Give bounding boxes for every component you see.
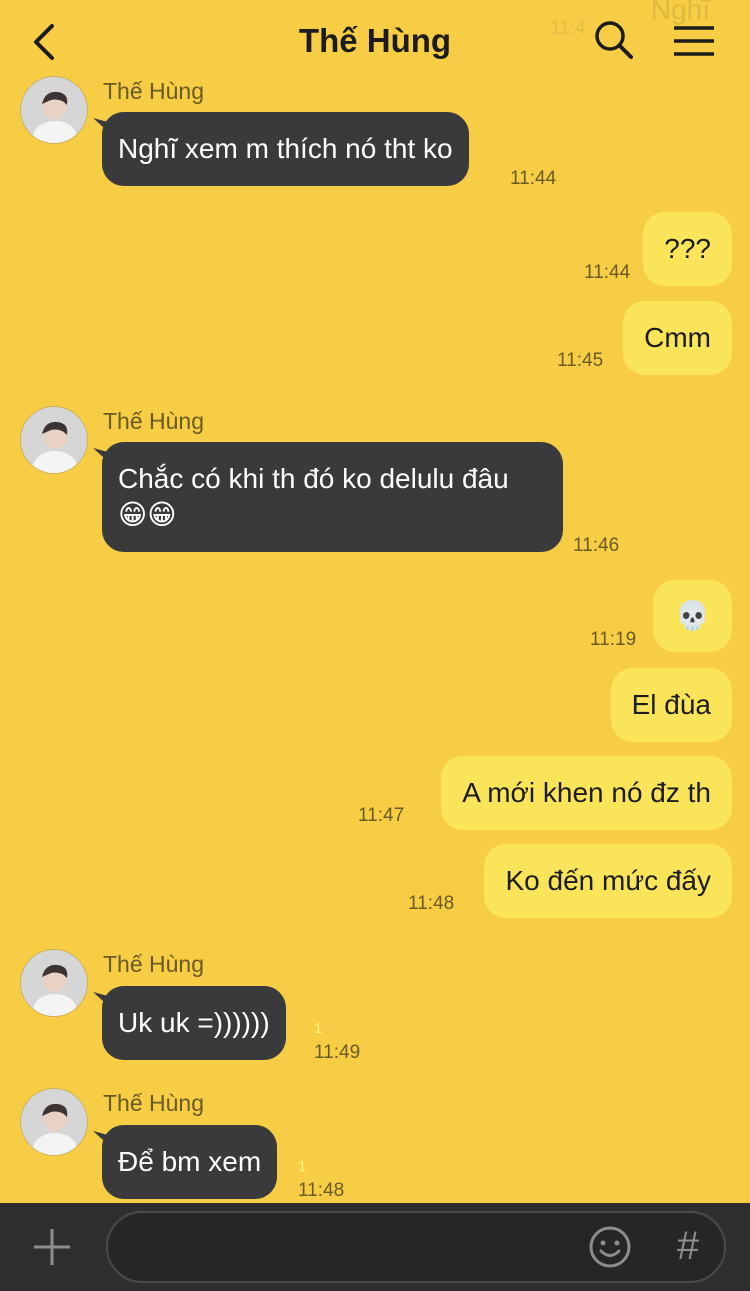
search-icon bbox=[595, 21, 633, 59]
incoming-message[interactable]: Để bm xem bbox=[102, 1125, 278, 1199]
menu-button[interactable] bbox=[672, 22, 716, 62]
smiley-icon bbox=[589, 1226, 631, 1268]
message-time: 11:44 bbox=[584, 262, 631, 283]
message-text: Nghĩ xem m thích nó tht ko bbox=[118, 133, 453, 164]
chat-title: Thế Hùng bbox=[298, 22, 452, 59]
message-emoji: 😁😁 bbox=[118, 498, 177, 531]
sender-avatar[interactable] bbox=[20, 949, 88, 1017]
sender-name: Thế Hùng bbox=[103, 408, 205, 434]
back-button[interactable] bbox=[26, 20, 66, 64]
attach-button[interactable] bbox=[30, 1225, 74, 1269]
message-time: 11:44 bbox=[510, 168, 557, 189]
outgoing-message[interactable]: ??? bbox=[643, 212, 732, 286]
message-time: 11:46 bbox=[573, 535, 620, 556]
message-text: Uk uk =)))))) bbox=[118, 1007, 270, 1038]
message-text: Chắc có khi th đó ko delulu đâu bbox=[118, 463, 509, 494]
outgoing-message[interactable]: A mới khen nó đz th bbox=[441, 756, 732, 830]
sender-name: Thế Hùng bbox=[103, 951, 205, 977]
hamburger-menu-icon bbox=[674, 26, 714, 56]
message-time: 11:48 bbox=[408, 893, 455, 914]
incoming-message[interactable]: Chắc có khi th đó ko delulu đâu 😁😁 bbox=[102, 442, 563, 552]
message-text: ??? bbox=[664, 233, 711, 264]
message-input[interactable] bbox=[106, 1211, 726, 1283]
incoming-message[interactable]: Nghĩ xem m thích nó tht ko bbox=[102, 112, 469, 186]
unread-count: 1 bbox=[314, 1020, 323, 1037]
message-time: 11:47 bbox=[358, 805, 405, 826]
search-button[interactable] bbox=[592, 18, 636, 62]
outgoing-message[interactable]: El đùa bbox=[610, 668, 732, 742]
outgoing-message[interactable]: Ko đến mức đấy bbox=[484, 844, 732, 918]
sender-avatar[interactable] bbox=[20, 406, 88, 474]
sender-name: Thế Hùng bbox=[103, 78, 205, 104]
message-text: A mới khen nó đz th bbox=[462, 777, 711, 808]
message-text: Cmm bbox=[644, 322, 711, 353]
sender-avatar[interactable] bbox=[20, 1088, 88, 1156]
sender-name: Thế Hùng bbox=[103, 1090, 205, 1116]
message-time: 11:49 bbox=[314, 1042, 361, 1063]
emoji-button[interactable] bbox=[588, 1225, 632, 1269]
plus-icon bbox=[34, 1229, 70, 1265]
message-time: 11:48 bbox=[298, 1180, 345, 1201]
outgoing-message[interactable]: Cmm bbox=[623, 301, 732, 375]
incoming-message[interactable]: Uk uk =)))))) bbox=[102, 986, 286, 1060]
hashtag-button[interactable]: # bbox=[668, 1221, 708, 1271]
message-text: Để bm xem bbox=[118, 1146, 262, 1177]
outgoing-message[interactable]: 💀 bbox=[653, 580, 732, 652]
chevron-left-icon bbox=[34, 24, 54, 60]
unread-count: 1 bbox=[298, 1158, 307, 1175]
ghost-timestamp: 11:4 bbox=[550, 18, 586, 39]
chat-header: 11:4 Nghĩ Thế Hùng bbox=[0, 0, 750, 86]
message-text: Ko đến mức đấy bbox=[505, 865, 711, 896]
message-time: 11:45 bbox=[557, 350, 604, 371]
message-input-bar: # bbox=[0, 1203, 750, 1291]
message-text: El đùa bbox=[631, 689, 711, 720]
sender-avatar[interactable] bbox=[20, 76, 88, 144]
message-time: 11:19 bbox=[590, 629, 637, 650]
skull-emoji: 💀 bbox=[675, 599, 710, 632]
